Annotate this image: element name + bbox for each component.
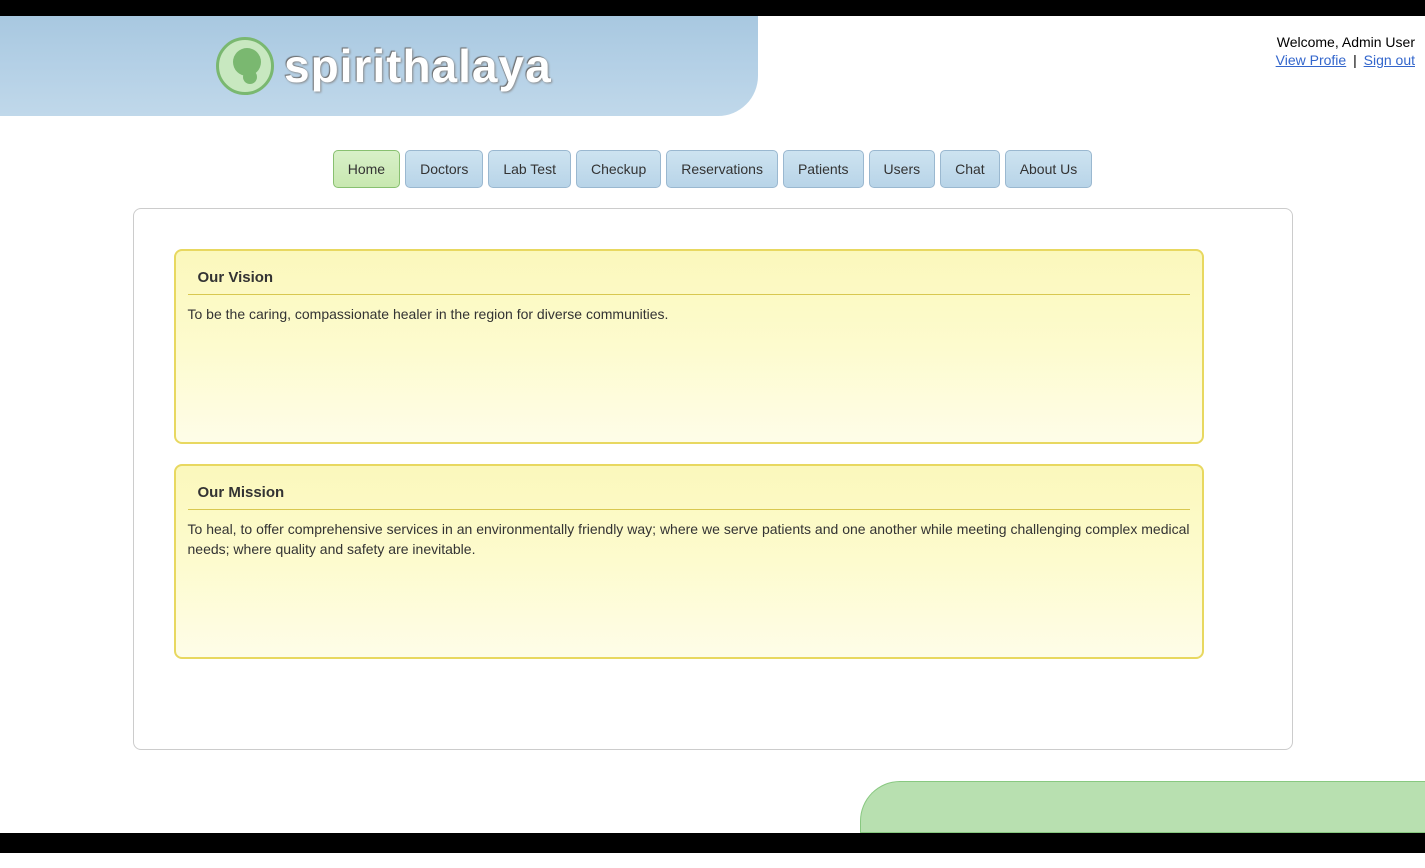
nav-home[interactable]: Home (333, 150, 400, 188)
vision-card: Our Vision To be the caring, compassiona… (174, 249, 1204, 444)
content-area: Our Vision To be the caring, compassiona… (133, 208, 1293, 750)
footer-decoration (860, 781, 1425, 833)
nav-patients[interactable]: Patients (783, 150, 864, 188)
nav-reservations[interactable]: Reservations (666, 150, 778, 188)
welcome-prefix: Welcome, (1277, 34, 1342, 50)
mission-title: Our Mission (188, 478, 1190, 510)
user-links: View Profie | Sign out (1276, 52, 1415, 68)
logo-banner: spirithalaya (0, 16, 758, 116)
bottom-bar (0, 833, 1425, 853)
vision-text: To be the caring, compassionate healer i… (188, 305, 1190, 325)
welcome-text: Welcome, Admin User (1277, 34, 1415, 50)
nav-users[interactable]: Users (869, 150, 936, 188)
site-name: spirithalaya (284, 39, 552, 93)
nav-checkup[interactable]: Checkup (576, 150, 661, 188)
nav-chat[interactable]: Chat (940, 150, 1000, 188)
mission-card: Our Mission To heal, to offer comprehens… (174, 464, 1204, 659)
view-profile-link[interactable]: View Profie (1276, 52, 1347, 68)
username: Admin User (1342, 34, 1415, 50)
nav-bar: Home Doctors Lab Test Checkup Reservatio… (0, 150, 1425, 188)
top-bar (0, 0, 1425, 16)
header: spirithalaya Welcome, Admin User View Pr… (0, 16, 1425, 116)
vision-title: Our Vision (188, 263, 1190, 295)
logo-icon (216, 37, 274, 95)
sign-out-link[interactable]: Sign out (1364, 52, 1415, 68)
link-separator: | (1349, 52, 1360, 68)
nav-about-us[interactable]: About Us (1005, 150, 1093, 188)
user-info: Welcome, Admin User View Profie | Sign o… (1276, 34, 1415, 68)
mission-text: To heal, to offer comprehensive services… (188, 520, 1190, 559)
nav-doctors[interactable]: Doctors (405, 150, 483, 188)
nav-lab-test[interactable]: Lab Test (488, 150, 571, 188)
